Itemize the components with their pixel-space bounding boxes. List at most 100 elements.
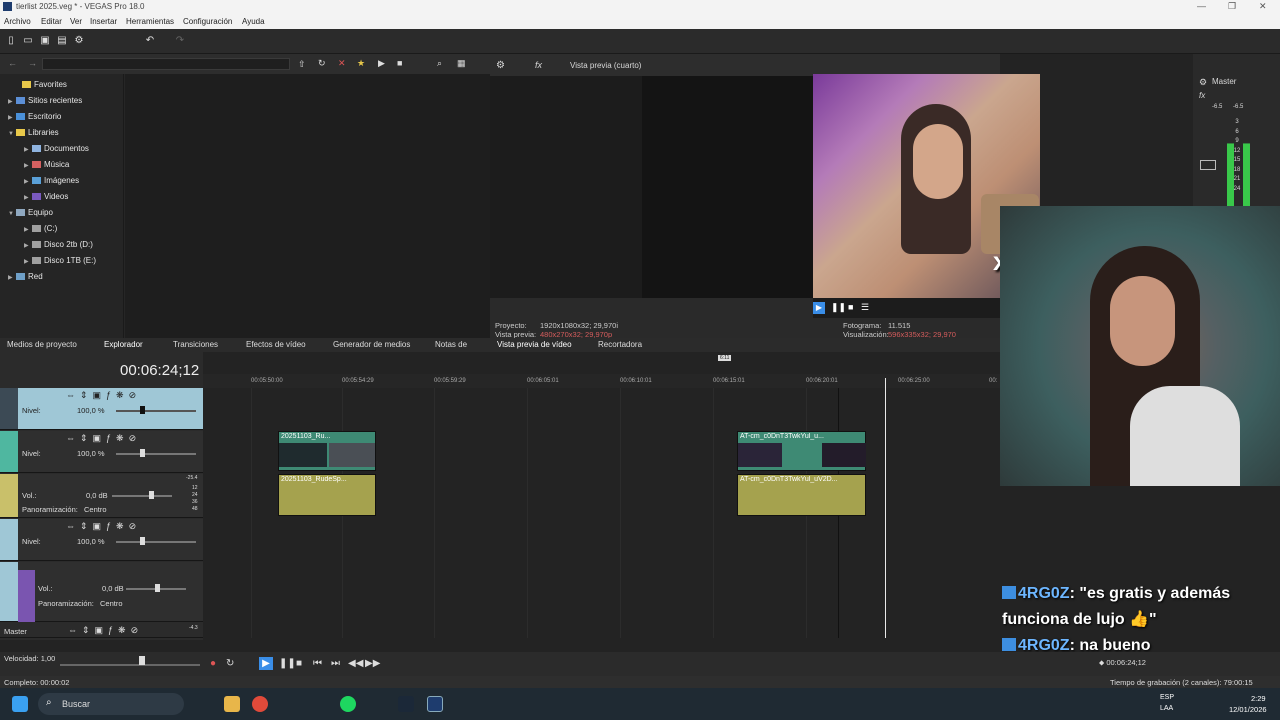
menu-ver[interactable]: Ver: [70, 17, 82, 26]
gear-icon[interactable]: ⚙: [1199, 77, 1207, 88]
level-slider-knob[interactable]: [140, 537, 145, 545]
loop-icon[interactable]: ↻: [226, 658, 234, 669]
tab-transiciones[interactable]: Transiciones: [173, 340, 218, 349]
menu-editar[interactable]: Editar: [41, 17, 62, 26]
tab-efectos-video[interactable]: Efectos de vídeo: [246, 340, 306, 349]
audio-clip[interactable]: AT-cm_c0DnT3TwkYul_uV2D...: [737, 474, 866, 516]
volume-slider[interactable]: [112, 495, 172, 497]
preview-quality-select[interactable]: Vista previa (cuarto): [570, 61, 641, 70]
prev-frame-icon[interactable]: ◀◀: [348, 658, 363, 669]
level-slider[interactable]: [116, 453, 196, 455]
level-slider-knob[interactable]: [140, 449, 145, 457]
next-frame-icon[interactable]: ▶▶: [365, 658, 380, 669]
new-file-icon[interactable]: ▯: [6, 36, 16, 46]
save-as-icon[interactable]: ▤: [57, 36, 67, 46]
views-icon[interactable]: ▦: [457, 58, 466, 69]
menu-configuracion[interactable]: Configuración: [183, 17, 232, 26]
tab-notas[interactable]: Notas de: [435, 340, 467, 349]
timeline-ruler[interactable]: 00:05:50:00 00:05:54:29 00:05:59:29 00:0…: [203, 374, 1000, 388]
taskbar-search[interactable]: ⌕ Buscar: [38, 693, 184, 715]
speed-slider[interactable]: [60, 664, 200, 666]
video-clip[interactable]: AT-cm_c0DnT3TwkYul_u...: [737, 431, 866, 471]
language-layout[interactable]: LAA: [1160, 705, 1173, 712]
menu-icon[interactable]: ☰: [861, 302, 869, 313]
tree-item-documentos[interactable]: ▶ Documentos: [24, 144, 89, 153]
favorite-star-icon[interactable]: ★: [357, 58, 365, 69]
volume-slider-knob[interactable]: [149, 491, 154, 499]
redo-icon[interactable]: ↷: [175, 36, 185, 46]
fx-icon[interactable]: fx: [1199, 91, 1205, 100]
play-icon[interactable]: ▶: [378, 58, 385, 69]
tab-generador-medios[interactable]: Generador de medios: [333, 340, 410, 349]
undo-icon[interactable]: ↶: [145, 36, 155, 46]
master-bus-track[interactable]: Master ⇔⇕▣ƒ❋⊘ -4.3: [0, 624, 203, 638]
vegas-taskbar-icon[interactable]: [427, 696, 443, 712]
menu-ayuda[interactable]: Ayuda: [242, 17, 265, 26]
clock-date[interactable]: 12/01/2026: [1229, 705, 1267, 714]
tree-item-red[interactable]: ▶ Red: [8, 272, 43, 281]
region-marker[interactable]: 6:11: [718, 355, 732, 361]
windows-start-icon[interactable]: [12, 696, 28, 712]
tab-medios-proyecto[interactable]: Medios de proyecto: [7, 340, 77, 349]
track-audio-2[interactable]: Vol.: 0,0 dB Panoramización: Centro: [0, 562, 203, 622]
properties-gear-icon[interactable]: ⚙: [74, 36, 84, 46]
level-slider[interactable]: [116, 410, 196, 412]
tree-item-recent[interactable]: ▶ Sitios recientes: [8, 96, 82, 105]
menu-archivo[interactable]: Archivo: [4, 17, 31, 26]
tree-item-favorites[interactable]: Favorites: [22, 80, 67, 89]
level-slider[interactable]: [116, 541, 196, 543]
tree-item-libraries[interactable]: ▼ Libraries: [8, 128, 59, 137]
language-indicator[interactable]: ESP: [1160, 694, 1174, 701]
stop-button[interactable]: ■: [848, 302, 853, 312]
tab-recortadora[interactable]: Recortadora: [598, 340, 642, 349]
close-button[interactable]: ✕: [1259, 1, 1267, 12]
menu-insertar[interactable]: Insertar: [90, 17, 117, 26]
fx-icon[interactable]: fx: [535, 60, 542, 70]
maximize-button[interactable]: ❐: [1228, 1, 1236, 12]
volume-slider-knob[interactable]: [155, 584, 160, 592]
chrome-icon[interactable]: [252, 696, 268, 712]
mixer-fader-handle[interactable]: [1200, 160, 1216, 170]
menu-herramientas[interactable]: Herramientas: [126, 17, 174, 26]
tree-item-videos[interactable]: ▶ Videos: [24, 192, 68, 201]
tree-item-desktop[interactable]: ▶ Escritorio: [8, 112, 61, 121]
stop-icon[interactable]: ■: [397, 58, 402, 68]
file-explorer-icon[interactable]: [224, 696, 240, 712]
clock-time[interactable]: 2:29: [1251, 694, 1266, 703]
delete-icon[interactable]: ✕: [338, 58, 346, 69]
save-icon[interactable]: ▣: [40, 36, 50, 46]
track-video-1[interactable]: ⇔⇕▣ƒ❋⊘ Nivel: 100,0 %: [0, 388, 203, 430]
record-icon[interactable]: ●: [210, 658, 216, 669]
tree-item-musica[interactable]: ▶ Música: [24, 160, 69, 169]
pause-button[interactable]: ❚❚: [831, 302, 846, 313]
pause-button[interactable]: ❚❚: [279, 658, 296, 669]
playhead-cursor[interactable]: [885, 378, 886, 638]
go-end-icon[interactable]: ⏭: [331, 658, 340, 669]
tab-explorador[interactable]: Explorador: [104, 340, 143, 349]
track-video-2[interactable]: ⇔⇕▣ƒ❋⊘ Nivel: 100,0 %: [0, 431, 203, 473]
video-clip[interactable]: 20251103_Ru...: [278, 431, 376, 471]
up-folder-icon[interactable]: ⇧: [298, 59, 306, 70]
stop-button[interactable]: ■: [296, 658, 302, 669]
search-icon[interactable]: ⌕: [437, 58, 442, 69]
file-list-area[interactable]: [125, 74, 490, 344]
back-icon[interactable]: ←: [8, 58, 17, 68]
tree-item-drive-e[interactable]: ▶ Disco 1TB (E:): [24, 256, 96, 265]
spotify-icon[interactable]: [340, 696, 356, 712]
level-slider-knob[interactable]: [140, 406, 145, 414]
refresh-icon[interactable]: ↻: [318, 58, 326, 69]
play-button[interactable]: ▶: [259, 657, 273, 670]
path-input[interactable]: [42, 58, 290, 70]
properties-gear-icon[interactable]: ⚙: [496, 60, 505, 71]
go-start-icon[interactable]: ⏮: [313, 658, 322, 669]
tree-item-equipo[interactable]: ▼ Equipo: [8, 208, 53, 217]
minimize-button[interactable]: —: [1197, 1, 1206, 11]
tree-item-imagenes[interactable]: ▶ Imágenes: [24, 176, 79, 185]
forward-icon[interactable]: →: [28, 58, 37, 68]
track-audio-1[interactable]: Vol.: 0,0 dB Panoramización: Centro -25.…: [0, 474, 203, 518]
play-button[interactable]: ▶: [813, 302, 825, 314]
open-folder-icon[interactable]: ▭: [23, 36, 33, 46]
tab-vista-previa-video[interactable]: Vista previa de vídeo: [497, 340, 572, 349]
tree-item-drive-d[interactable]: ▶ Disco 2tb (D:): [24, 240, 93, 249]
steam-icon[interactable]: [398, 696, 414, 712]
